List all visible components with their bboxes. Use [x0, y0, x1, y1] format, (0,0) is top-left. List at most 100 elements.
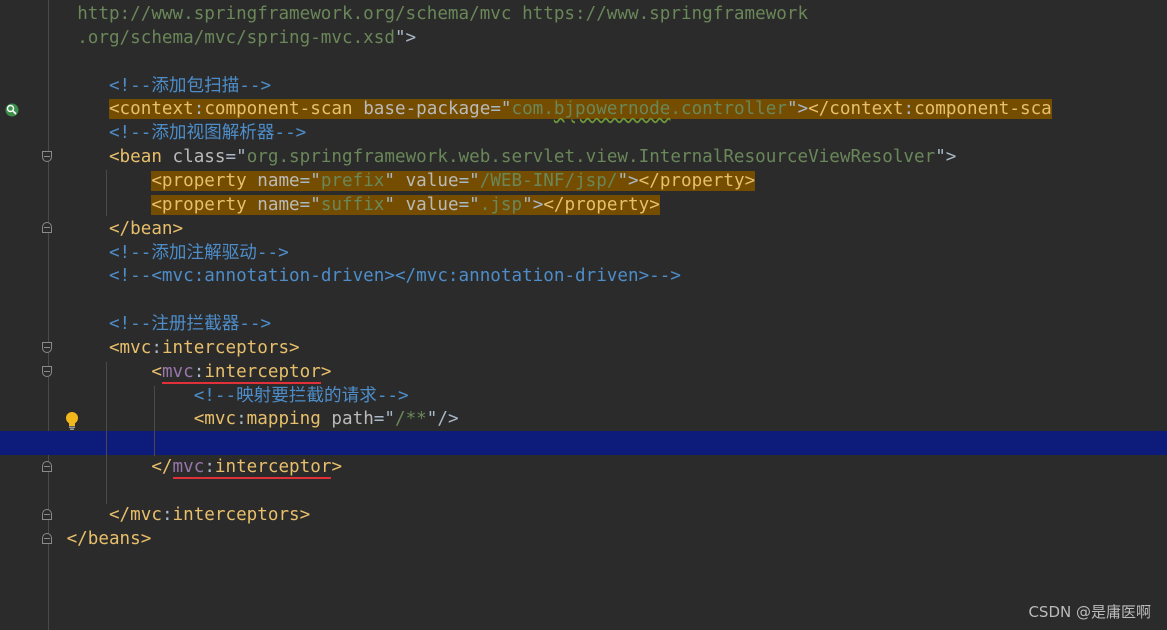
code-line[interactable]: <property name="suffix" value=".jsp"></p…	[0, 193, 1167, 217]
code-token: </bean>	[108, 218, 184, 239]
code-token: :	[193, 361, 205, 384]
code-token: </	[151, 457, 173, 478]
code-line[interactable]: http://www.springframework.org/schema/mv…	[0, 2, 1167, 26]
code-line[interactable]: </bean>	[0, 217, 1167, 241]
code-line[interactable]: <!--<mvc:annotation-driven></mvc:annotat…	[0, 264, 1167, 288]
code-line[interactable]	[0, 50, 1167, 74]
code-line[interactable]: </beans>	[0, 527, 1167, 551]
code-token: >	[320, 361, 332, 382]
code-text: </mvc:interceptors>	[56, 503, 310, 527]
code-token: ">	[786, 99, 809, 120]
code-token: <!--添加包扫描-->	[108, 75, 272, 96]
code-line[interactable]: <bean class="org.springframework.web.ser…	[0, 145, 1167, 169]
code-text: <!--添加包扫描-->	[56, 74, 271, 98]
code-token: com.	[511, 99, 554, 120]
code-line[interactable]: <property name="prefix" value="/WEB-INF/…	[0, 169, 1167, 193]
code-token: ="	[299, 194, 321, 215]
code-line[interactable]	[0, 479, 1167, 503]
code-text: <!--添加视图解析器-->	[56, 121, 306, 145]
code-text: <property name="suffix" value=".jsp"></p…	[56, 193, 660, 217]
code-line[interactable]: <!--注册拦截器-->	[0, 312, 1167, 336]
current-line[interactable]	[0, 431, 1167, 456]
code-line[interactable]: <context:component-scan base-package="co…	[0, 97, 1167, 121]
code-text: <property name="prefix" value="/WEB-INF/…	[56, 169, 756, 193]
code-text: <mvc:interceptor>	[56, 360, 331, 384]
code-token: ">	[935, 147, 957, 168]
code-line[interactable]: <mvc:mapping path="/**"/>	[0, 407, 1167, 431]
code-token: :	[236, 409, 247, 430]
code-line[interactable]: <!--映射要拦截的请求-->	[0, 384, 1167, 408]
code-token: </context	[808, 99, 904, 120]
code-line[interactable]	[0, 288, 1167, 312]
code-token: <mvc	[108, 337, 152, 358]
indent-guide	[106, 362, 107, 504]
code-token: /**	[394, 409, 427, 430]
code-token: ">	[394, 27, 417, 48]
code-token: :	[161, 504, 173, 525]
code-token: </mvc	[108, 504, 162, 525]
code-text: <mvc:mapping path="/**"/>	[56, 407, 459, 431]
code-token: "	[384, 170, 406, 191]
code-token: <!--<mvc:annotation-driven></mvc:annotat…	[108, 266, 681, 287]
code-line[interactable]: <!--添加注解驱动-->	[0, 241, 1167, 265]
code-line[interactable]: </mvc:interceptor>	[0, 455, 1167, 480]
code-token: value	[405, 170, 459, 191]
code-text: <!--注册拦截器-->	[56, 312, 271, 336]
code-token: :	[903, 99, 915, 120]
code-token: interceptor	[204, 361, 321, 384]
code-token: suffix	[320, 194, 385, 215]
code-token: ">	[617, 170, 639, 191]
lightbulb-icon[interactable]	[64, 411, 80, 431]
code-text: </mvc:interceptor>	[56, 455, 343, 480]
code-line[interactable]: <!--添加包扫描-->	[0, 74, 1167, 98]
code-token: name	[257, 170, 300, 191]
code-editor[interactable]: http://www.springframework.org/schema/mv…	[0, 0, 1167, 630]
code-token: class	[172, 147, 226, 168]
code-token: ="	[373, 409, 395, 430]
indent-guide	[106, 170, 107, 216]
code-line[interactable]: <mvc:interceptors>	[0, 336, 1167, 360]
code-token: http://www.springframework.org/schema/mv…	[77, 4, 809, 24]
code-token: mapping	[246, 409, 332, 430]
code-token: .controller	[670, 99, 787, 120]
code-line[interactable]: <!--添加视图解析器-->	[0, 121, 1167, 145]
code-text: <!--映射要拦截的请求-->	[56, 384, 409, 408]
code-token: </property>	[543, 194, 660, 215]
code-token: interceptors>	[172, 504, 311, 525]
code-text: <mvc:interceptors>	[56, 336, 300, 360]
code-line[interactable]: <mvc:interceptor>	[0, 360, 1167, 384]
code-token: path	[331, 409, 374, 430]
code-token: name	[257, 194, 300, 215]
code-line[interactable]: .org/schema/mvc/spring-mvc.xsd">	[0, 26, 1167, 50]
indent-guide	[154, 386, 155, 456]
code-token: interceptor	[214, 457, 332, 480]
code-token: :	[151, 337, 162, 358]
code-token: mvc	[161, 361, 194, 384]
code-token: <bean	[108, 147, 173, 168]
code-token: .org/schema/mvc/spring-mvc.xsd	[77, 27, 395, 48]
code-text: <!--添加注解驱动-->	[56, 241, 289, 265]
code-text: <context:component-scan base-package="co…	[56, 97, 1052, 121]
code-token: >	[331, 457, 343, 478]
code-token: ="	[458, 194, 480, 215]
code-line[interactable]: </mvc:interceptors>	[0, 503, 1167, 527]
code-token: </beans>	[66, 528, 152, 549]
code-token: interceptors>	[161, 337, 300, 358]
code-token: "/>	[426, 409, 459, 430]
code-token: <property	[151, 194, 258, 215]
code-token: ">	[522, 194, 544, 215]
code-text: <bean class="org.springframework.web.ser…	[56, 145, 956, 169]
